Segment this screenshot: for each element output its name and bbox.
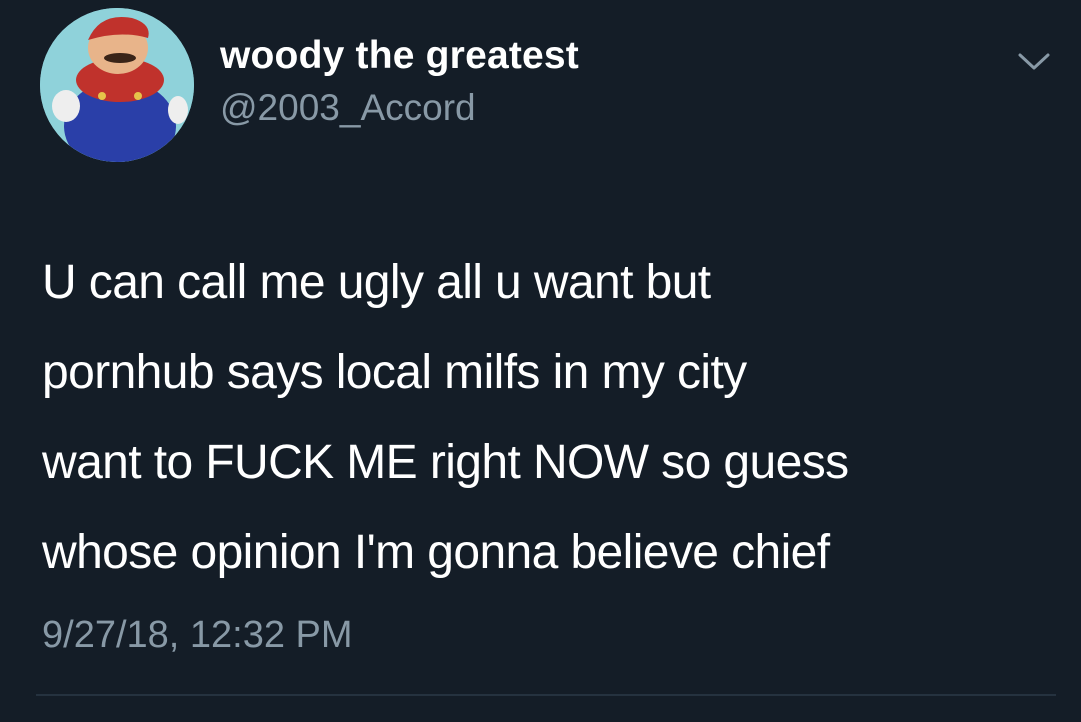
- tweet-text-line: U can call me ugly all u want but: [42, 256, 711, 309]
- author-display-name[interactable]: woody the greatest: [220, 34, 579, 78]
- chevron-down-icon[interactable]: [1014, 50, 1054, 74]
- divider: [36, 694, 1056, 696]
- author-handle[interactable]: @2003_Accord: [220, 87, 476, 129]
- tweet-text-line: pornhub says local milfs in my city: [42, 346, 747, 399]
- avatar[interactable]: [40, 8, 194, 162]
- tweet-timestamp[interactable]: 9/27/18, 12:32 PM: [42, 614, 353, 657]
- tweet-card: woody the greatest @2003_Accord U can ca…: [0, 0, 1081, 722]
- tweet-text-line: whose opinion I'm gonna believe chief: [42, 526, 830, 579]
- tweet-text: U can call me ugly all u want but pornhu…: [42, 238, 1062, 598]
- tweet-text-line: want to FUCK ME right NOW so guess: [42, 436, 849, 489]
- avatar-mario-icon: [40, 8, 194, 162]
